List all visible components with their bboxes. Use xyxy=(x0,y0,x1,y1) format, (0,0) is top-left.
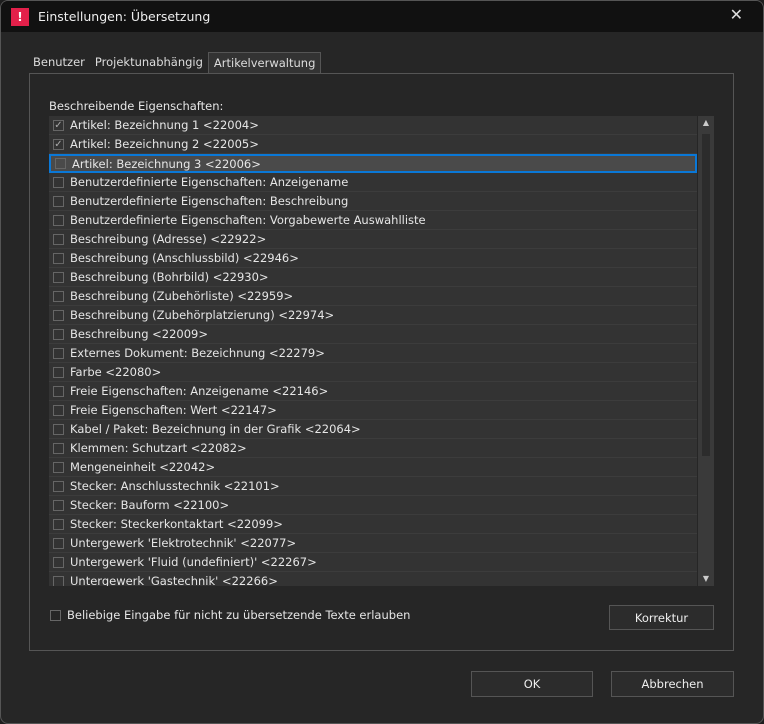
checkbox-icon[interactable] xyxy=(53,309,64,321)
list-item-label: Artikel: Bezeichnung 3 <22006> xyxy=(72,156,261,171)
korrektur-button[interactable]: Korrektur xyxy=(609,605,714,630)
checkbox-icon[interactable] xyxy=(53,252,64,264)
list-item[interactable]: ✓ Artikel: Bezeichnung 1 <22004> xyxy=(49,116,697,135)
list-item-label: Stecker: Steckerkontaktart <22099> xyxy=(70,517,283,531)
list-item[interactable]: Stecker: Bauform <22100> xyxy=(49,496,697,515)
window-title: Einstellungen: Übersetzung xyxy=(38,9,211,24)
list-item[interactable]: ✓ Artikel: Bezeichnung 2 <22005> xyxy=(49,135,697,154)
list-item[interactable]: Artikel: Bezeichnung 3 <22006> xyxy=(49,154,697,173)
checkbox-icon[interactable] xyxy=(53,499,64,511)
checkbox-icon[interactable] xyxy=(53,404,64,416)
list-item[interactable]: Freie Eigenschaften: Wert <22147> xyxy=(49,401,697,420)
checkbox-icon[interactable] xyxy=(53,461,64,473)
list-item-label: Beschreibung (Adresse) <22922> xyxy=(70,232,267,246)
checkbox-icon[interactable] xyxy=(53,271,64,283)
list-item[interactable]: Beschreibung (Bohrbild) <22930> xyxy=(49,268,697,287)
list-item[interactable]: Beschreibung (Adresse) <22922> xyxy=(49,230,697,249)
scrollbar-thumb[interactable] xyxy=(702,134,710,456)
list-item-label: Stecker: Bauform <22100> xyxy=(70,498,230,512)
checkbox-checked-icon[interactable]: ✓ xyxy=(53,119,64,131)
scroll-up-icon[interactable]: ▲ xyxy=(698,116,714,130)
list-item-label: Beschreibung (Zubehörliste) <22959> xyxy=(70,289,294,303)
list-item[interactable]: Untergewerk 'Gastechnik' <22266> xyxy=(49,572,697,586)
list-item[interactable]: Beschreibung (Anschlussbild) <22946> xyxy=(49,249,697,268)
cancel-button[interactable]: Abbrechen xyxy=(611,671,734,697)
scroll-down-icon[interactable]: ▼ xyxy=(698,572,714,586)
checkbox-icon[interactable] xyxy=(53,366,64,378)
checkbox-icon[interactable] xyxy=(53,214,64,226)
checkbox-icon[interactable] xyxy=(55,158,66,169)
checkbox-checked-icon[interactable]: ✓ xyxy=(53,138,64,150)
list-item[interactable]: Beschreibung (Zubehörliste) <22959> xyxy=(49,287,697,306)
checkbox-icon[interactable] xyxy=(53,423,64,435)
list-item-label: Benutzerdefinierte Eigenschaften: Vorgab… xyxy=(70,213,426,227)
list-item-label: Klemmen: Schutzart <22082> xyxy=(70,441,247,455)
tab-panel: Beschreibende Eigenschaften: ✓ Artikel: B… xyxy=(29,73,734,651)
app-logo-icon: ! xyxy=(11,7,29,26)
checkbox-icon[interactable] xyxy=(53,195,64,207)
checkbox-icon[interactable] xyxy=(53,518,64,530)
list-item[interactable]: Beschreibung <22009> xyxy=(49,325,697,344)
tab-benutzer[interactable]: Benutzer xyxy=(28,52,90,73)
title-bar: ! Einstellungen: Übersetzung ✕ xyxy=(1,1,763,32)
list-item-label: Farbe <22080> xyxy=(70,365,162,379)
list-item-label: Beschreibung (Anschlussbild) <22946> xyxy=(70,251,299,265)
list-label: Beschreibende Eigenschaften: xyxy=(49,99,224,113)
list-item[interactable]: Untergewerk 'Elektrotechnik' <22077> xyxy=(49,534,697,553)
list-item-label: Freie Eigenschaften: Wert <22147> xyxy=(70,403,277,417)
checkbox-icon[interactable] xyxy=(53,347,64,359)
list-item[interactable]: Benutzerdefinierte Eigenschaften: Beschr… xyxy=(49,192,697,211)
settings-dialog: ! Einstellungen: Übersetzung ✕ Benutzer … xyxy=(0,0,764,724)
list-item[interactable]: Stecker: Steckerkontaktart <22099> xyxy=(49,515,697,534)
list-item[interactable]: Benutzerdefinierte Eigenschaften: Anzeig… xyxy=(49,173,697,192)
allow-input-checkbox[interactable]: Beliebige Eingabe für nicht zu übersetze… xyxy=(50,608,410,622)
list-item[interactable]: Kabel / Paket: Bezeichnung in der Grafik… xyxy=(49,420,697,439)
list-item-label: Artikel: Bezeichnung 1 <22004> xyxy=(70,118,259,132)
tab-projektunabhaengig[interactable]: Projektunabhängig xyxy=(90,52,208,73)
list-item-label: Untergewerk 'Fluid (undefiniert)' <22267… xyxy=(70,555,317,569)
list-item-label: Stecker: Anschlusstechnik <22101> xyxy=(70,479,280,493)
tab-bar: Benutzer Projektunabhängig Artikelverwal… xyxy=(28,52,322,74)
list-item[interactable]: Mengeneinheit <22042> xyxy=(49,458,697,477)
scrollbar[interactable]: ▲ ▼ xyxy=(698,116,714,586)
checkbox-icon[interactable] xyxy=(53,176,64,188)
properties-list[interactable]: ✓ Artikel: Bezeichnung 1 <22004> ✓ Artikel:… xyxy=(49,116,714,586)
checkbox-icon[interactable] xyxy=(53,290,64,302)
list-item-label: Beschreibung <22009> xyxy=(70,327,208,341)
list-item-label: Beschreibung (Zubehörplatzierung) <22974… xyxy=(70,308,335,322)
list-item-label: Untergewerk 'Gastechnik' <22266> xyxy=(70,574,278,586)
list-item[interactable]: Stecker: Anschlusstechnik <22101> xyxy=(49,477,697,496)
list-item[interactable]: Klemmen: Schutzart <22082> xyxy=(49,439,697,458)
checkbox-icon[interactable] xyxy=(53,328,64,340)
checkbox-icon[interactable] xyxy=(50,609,61,621)
ok-button[interactable]: OK xyxy=(471,671,593,697)
list-item[interactable]: Farbe <22080> xyxy=(49,363,697,382)
list-item-label: Artikel: Bezeichnung 2 <22005> xyxy=(70,137,259,151)
list-item[interactable]: Freie Eigenschaften: Anzeigename <22146> xyxy=(49,382,697,401)
list-item[interactable]: Untergewerk 'Fluid (undefiniert)' <22267… xyxy=(49,553,697,572)
list-item[interactable]: Externes Dokument: Bezeichnung <22279> xyxy=(49,344,697,363)
list-item[interactable]: Benutzerdefinierte Eigenschaften: Vorgab… xyxy=(49,211,697,230)
list-item-label: Untergewerk 'Elektrotechnik' <22077> xyxy=(70,536,297,550)
checkbox-icon[interactable] xyxy=(53,575,64,586)
checkbox-icon[interactable] xyxy=(53,480,64,492)
checkbox-icon[interactable] xyxy=(53,442,64,454)
checkbox-icon[interactable] xyxy=(53,537,64,549)
checkbox-icon[interactable] xyxy=(53,233,64,245)
checkbox-icon[interactable] xyxy=(53,385,64,397)
list-item-label: Beschreibung (Bohrbild) <22930> xyxy=(70,270,269,284)
list-item-label: Mengeneinheit <22042> xyxy=(70,460,216,474)
list-item-label: Kabel / Paket: Bezeichnung in der Grafik… xyxy=(70,422,361,436)
list-item-label: Benutzerdefinierte Eigenschaften: Anzeig… xyxy=(70,175,349,189)
tab-artikelverwaltung[interactable]: Artikelverwaltung xyxy=(207,52,322,74)
checkbox-icon[interactable] xyxy=(53,556,64,568)
list-item-label: Externes Dokument: Bezeichnung <22279> xyxy=(70,346,325,360)
close-icon[interactable]: ✕ xyxy=(730,5,743,24)
list-item-label: Freie Eigenschaften: Anzeigename <22146> xyxy=(70,384,329,398)
list-item[interactable]: Beschreibung (Zubehörplatzierung) <22974… xyxy=(49,306,697,325)
list-item-label: Benutzerdefinierte Eigenschaften: Beschr… xyxy=(70,194,349,208)
allow-input-label: Beliebige Eingabe für nicht zu übersetze… xyxy=(67,608,411,622)
